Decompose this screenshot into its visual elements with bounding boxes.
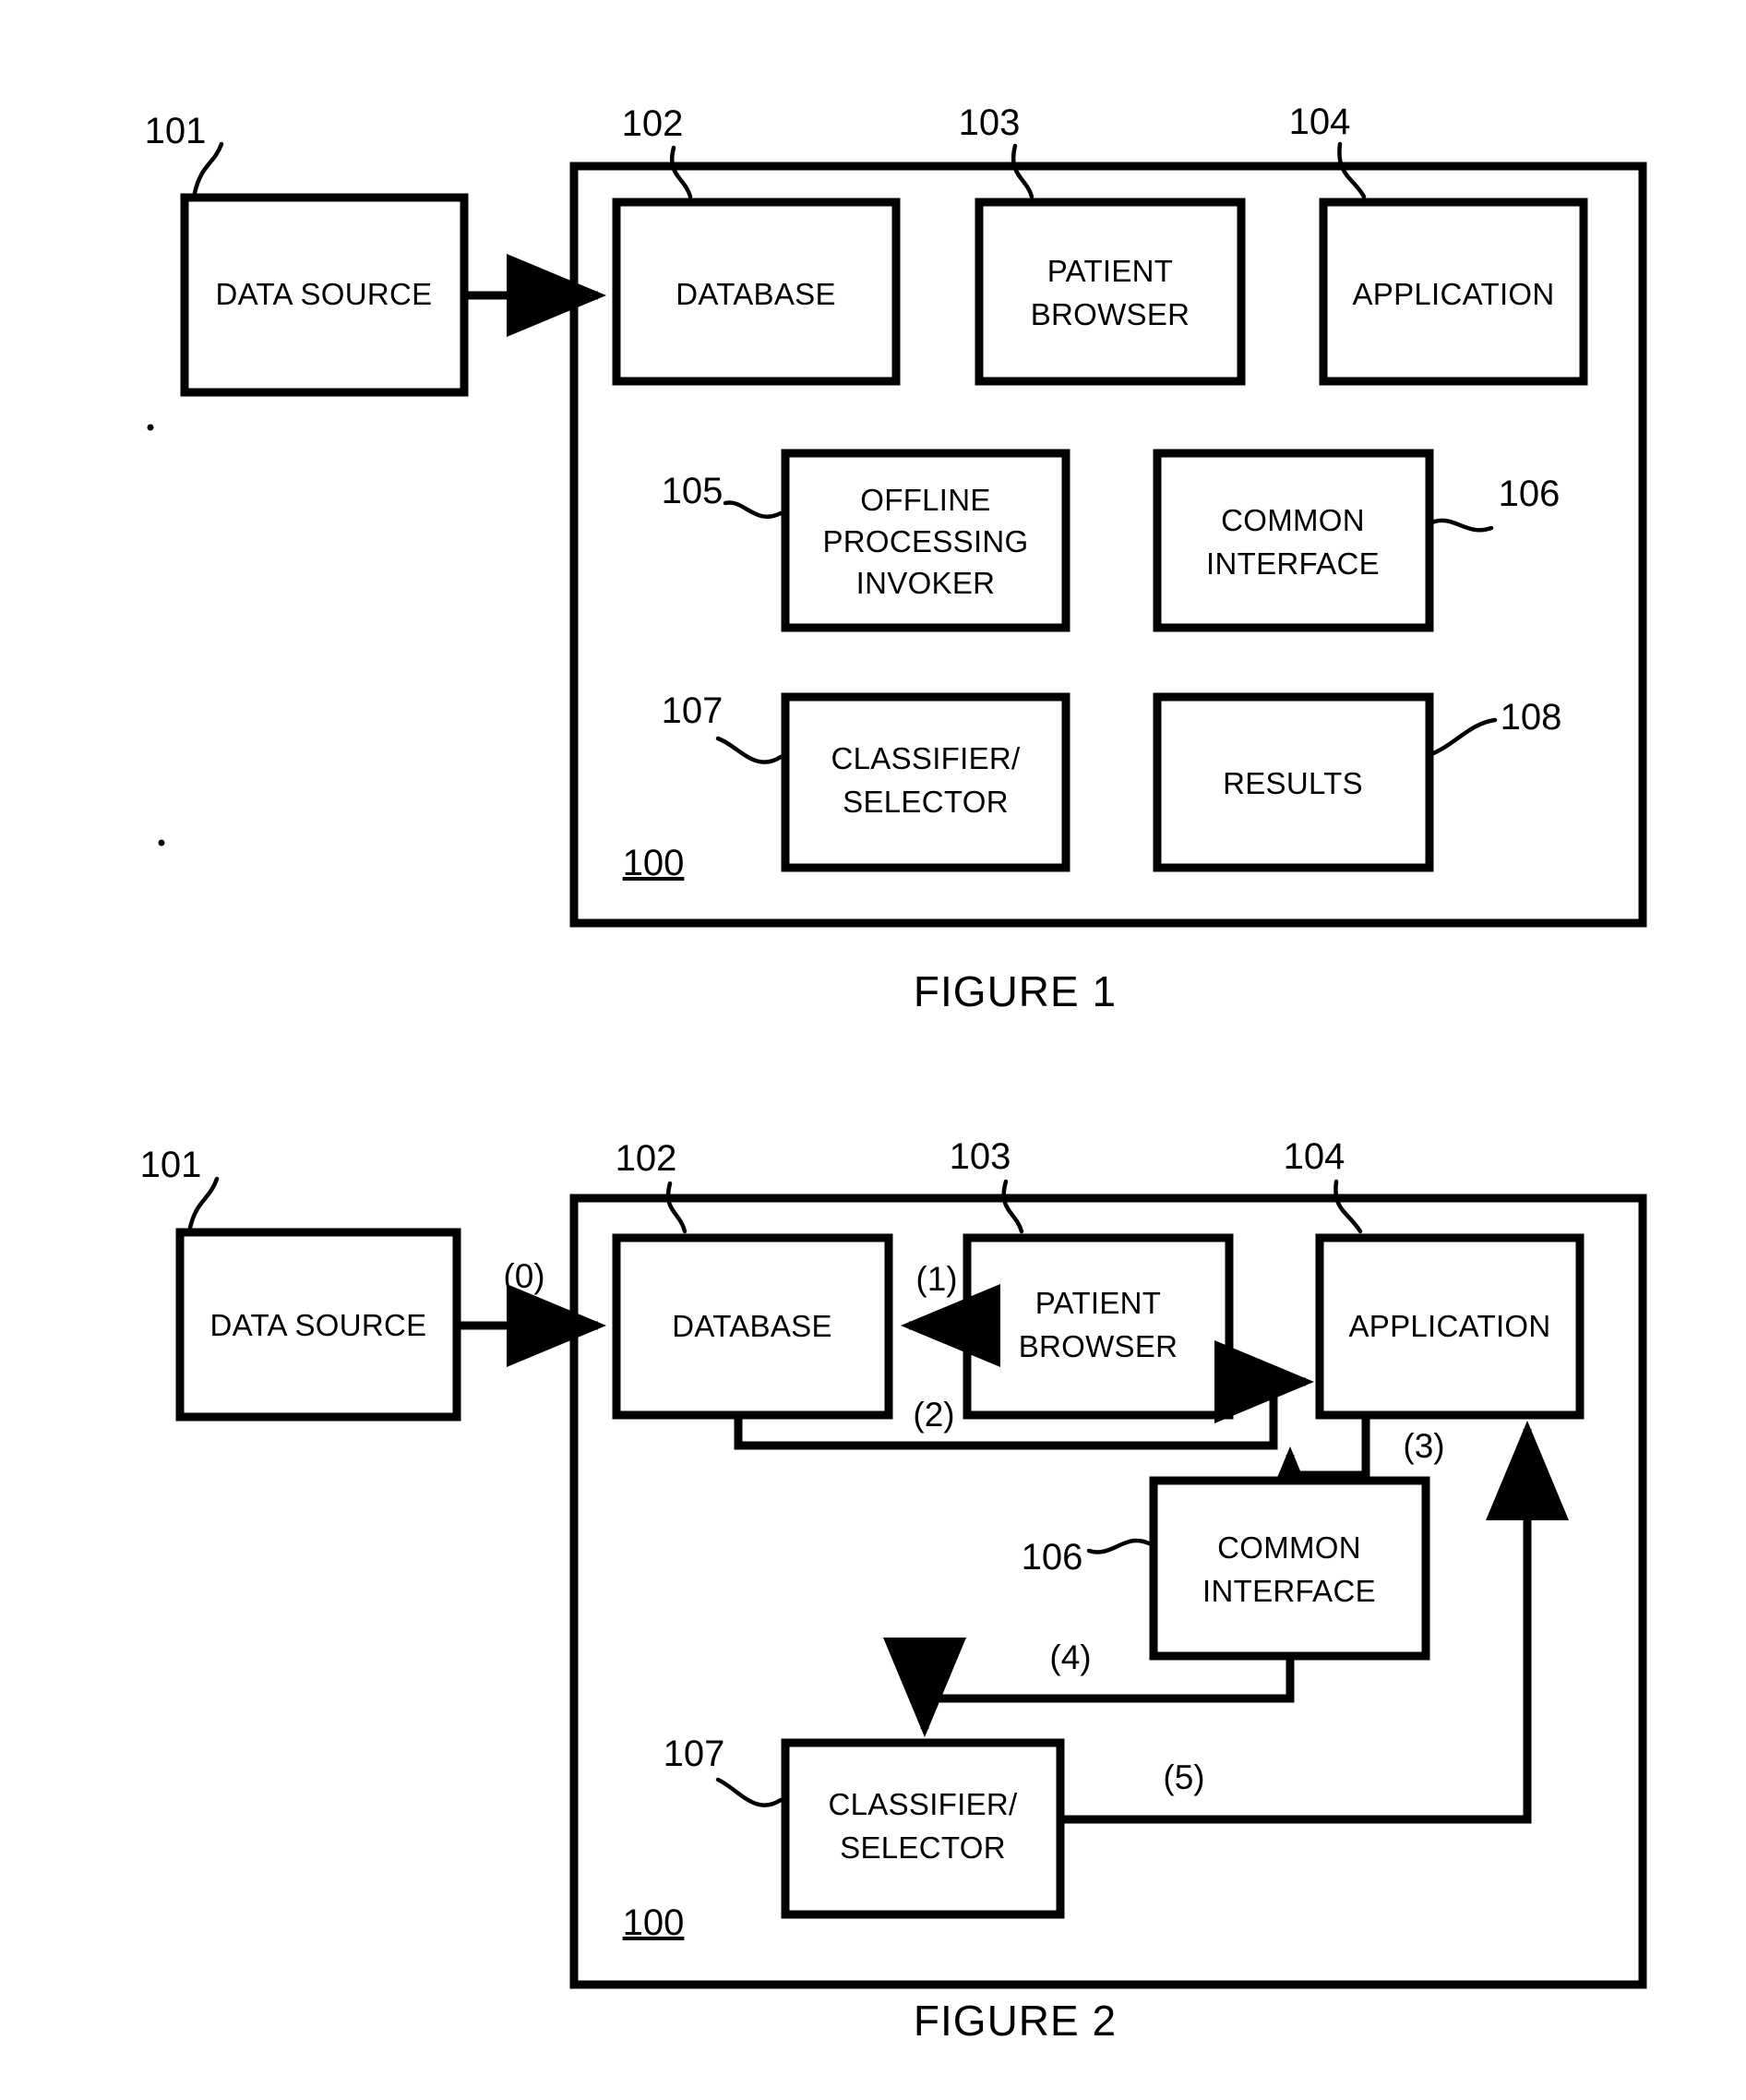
figure1-lead-106 — [1427, 518, 1494, 533]
figure1-ref-104: 104 — [1289, 102, 1351, 142]
figure1-database-label: DATABASE — [676, 277, 836, 311]
figure1-classifier-label-line1: CLASSIFIER/ — [831, 741, 1021, 775]
figure1-common-interface-label-line1: COMMON — [1221, 503, 1365, 537]
figure1-patient-browser-label-line2: BROWSER — [1031, 297, 1190, 331]
figure1-ref-105: 105 — [662, 471, 724, 511]
figure2-ref-107: 107 — [664, 1734, 725, 1774]
figure2-step-label-1: (1) — [915, 1260, 957, 1298]
figure2-patient-browser-label-line1: PATIENT — [1035, 1286, 1162, 1320]
figure1-offline-invoker-label-line3: INVOKER — [856, 566, 996, 600]
figure1-lead-102 — [670, 145, 693, 199]
figure2-lead-104 — [1333, 1179, 1363, 1234]
figure2-step-label-5: (5) — [1163, 1758, 1204, 1796]
figure1-lead-103 — [1011, 143, 1034, 199]
figure2-ref-103: 103 — [950, 1136, 1011, 1177]
figure1-lead-107 — [715, 736, 783, 764]
figure1-ref-107: 107 — [662, 690, 724, 731]
figure2-patient-browser-box — [963, 1233, 1234, 1420]
figure1-ref-106: 106 — [1499, 474, 1561, 514]
figure1-results-label: RESULTS — [1223, 766, 1363, 800]
figure1-patient-browser-label-line1: PATIENT — [1047, 254, 1174, 288]
figure-2-group: DATA SOURCE 101 (0) DATABASE 102 PATIENT… — [140, 1136, 1647, 2045]
figure1-ref-101: 101 — [145, 111, 207, 151]
figure2-lead-107 — [715, 1777, 783, 1807]
figure2-ref-104: 104 — [1284, 1136, 1345, 1177]
figure2-system-ref-100: 100 — [623, 1902, 685, 1943]
figure2-connector-step-3 — [1249, 1415, 1370, 1546]
figure2-patient-browser-label-line2: BROWSER — [1019, 1329, 1178, 1363]
figure1-lead-108 — [1427, 717, 1498, 758]
figure1-ref-103: 103 — [959, 102, 1021, 143]
figure2-step-label-2: (2) — [913, 1396, 954, 1434]
figure1-speck-left-lower — [158, 839, 165, 846]
figure2-lead-103 — [1001, 1179, 1024, 1234]
figure2-data-source-label: DATA SOURCE — [210, 1308, 427, 1342]
figure2-connector-step-4 — [883, 1638, 1295, 1737]
figure2-step-label-3: (3) — [1403, 1427, 1444, 1465]
figure2-classifier-selector-box — [781, 1738, 1065, 1919]
figure1-common-interface-label-line2: INTERFACE — [1206, 546, 1380, 581]
figure2-step-label-0: (0) — [503, 1257, 544, 1295]
figure2-caption: FIGURE 2 — [914, 1997, 1117, 2045]
figure1-offline-invoker-label-line1: OFFLINE — [860, 483, 990, 517]
figure2-ref-102: 102 — [616, 1138, 677, 1179]
figure-1-group: DATA SOURCE 101 DATABASE 102 PATIENT BRO… — [145, 102, 1647, 1015]
figure1-offline-invoker-label-line2: PROCESSING — [822, 524, 1028, 558]
figure2-lead-106 — [1086, 1538, 1152, 1554]
figure2-database-label: DATABASE — [672, 1309, 832, 1343]
figure1-speck-left-upper — [147, 424, 154, 431]
figure2-ref-106: 106 — [1022, 1537, 1083, 1578]
figure2-step-label-4: (4) — [1049, 1638, 1091, 1676]
patent-drawing-sheet: DATA SOURCE 101 DATABASE 102 PATIENT BRO… — [0, 0, 1746, 2100]
figure1-application-label: APPLICATION — [1352, 277, 1554, 311]
figure1-lead-105 — [723, 500, 783, 519]
figure2-lead-102 — [665, 1181, 688, 1234]
figure1-caption: FIGURE 1 — [914, 967, 1117, 1015]
figure2-common-interface-label-line2: INTERFACE — [1202, 1574, 1376, 1608]
figure1-ref-102: 102 — [622, 103, 684, 144]
figure2-common-interface-box — [1149, 1476, 1430, 1661]
figure2-ref-101: 101 — [140, 1145, 202, 1185]
figure2-lead-101 — [187, 1176, 220, 1230]
figure1-common-interface-box — [1153, 449, 1434, 632]
figure1-patient-browser-box — [975, 198, 1246, 386]
figure1-data-source-label: DATA SOURCE — [216, 277, 433, 311]
figure2-common-interface-label-line1: COMMON — [1217, 1530, 1361, 1565]
figure1-ref-108: 108 — [1501, 697, 1562, 738]
figure1-classifier-label-line2: SELECTOR — [843, 785, 1009, 819]
figure1-system-ref-100: 100 — [623, 843, 685, 883]
drawing-canvas: DATA SOURCE 101 DATABASE 102 PATIENT BRO… — [140, 102, 1647, 2045]
figure1-classifier-selector-box — [781, 692, 1070, 872]
figure2-classifier-label-line2: SELECTOR — [840, 1830, 1006, 1865]
figure2-application-label: APPLICATION — [1348, 1309, 1550, 1343]
figure2-classifier-label-line1: CLASSIFIER/ — [828, 1787, 1018, 1821]
